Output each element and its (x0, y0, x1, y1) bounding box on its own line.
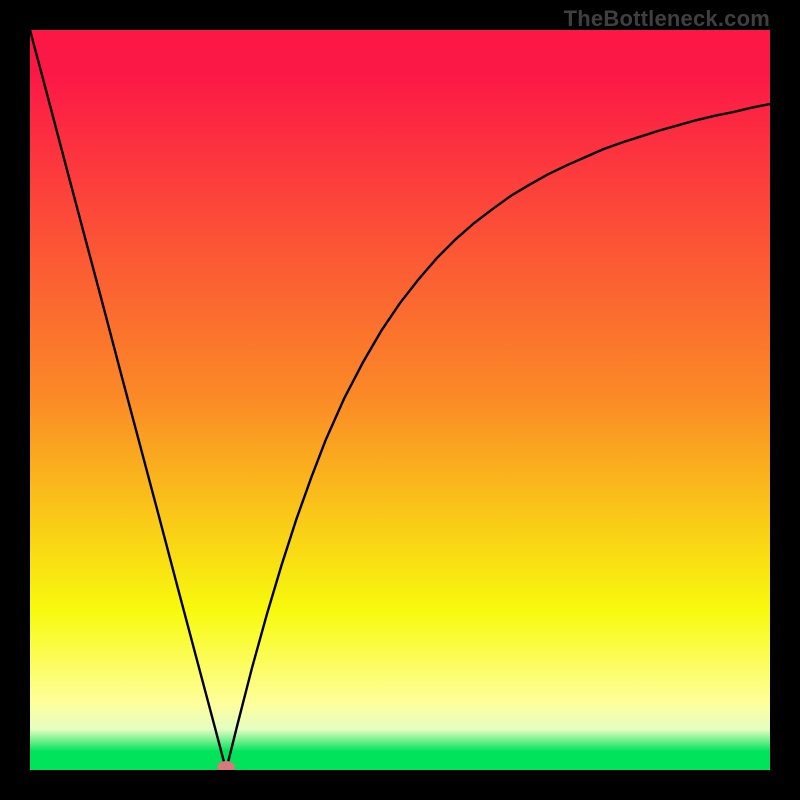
chart-frame: { "watermark": "TheBottleneck.com", "col… (0, 0, 800, 800)
watermark-text: TheBottleneck.com (564, 6, 770, 32)
bottleneck-chart-svg (30, 30, 770, 770)
plot-area (30, 30, 770, 770)
gradient-background (30, 30, 770, 770)
